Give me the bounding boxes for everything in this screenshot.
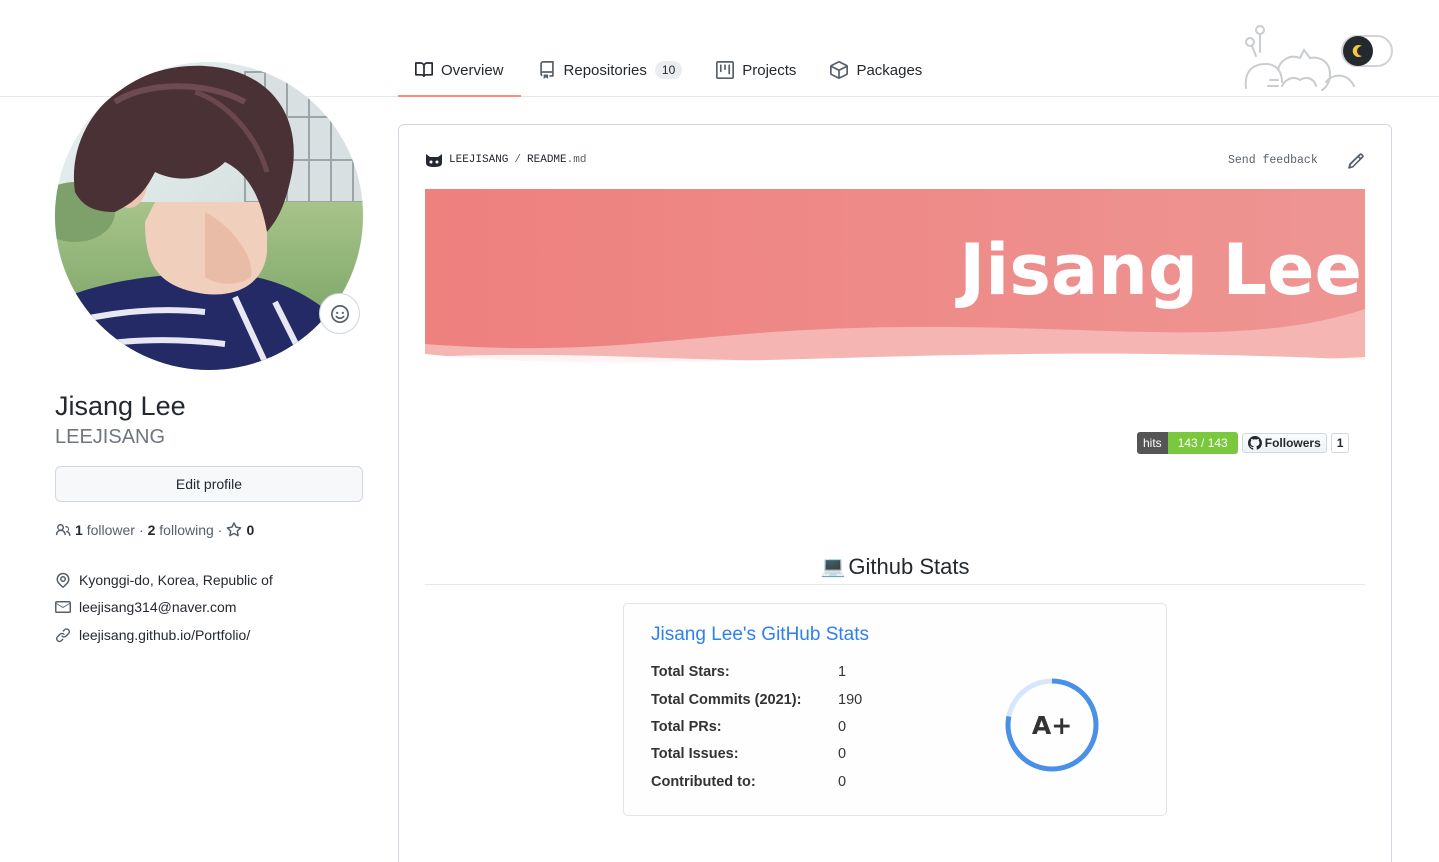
readme-badges: hits 143 / 143 Followers 1 [1137, 432, 1350, 454]
stat-row: Total Stars: 1 [651, 664, 846, 680]
stat-row: Contributed to: 0 [651, 774, 846, 790]
github-stats-card: Jisang Lee's GitHub Stats Total Stars: 1… [623, 603, 1167, 816]
location-icon [56, 572, 70, 588]
path-separator: / [514, 154, 522, 166]
stats-heading: 💻 Github Stats [425, 549, 1365, 585]
rank-grade: A+ [1032, 711, 1072, 740]
cat-icon [426, 154, 442, 167]
separator-dot: · [217, 522, 223, 538]
people-icon [55, 524, 71, 536]
tab-repositories-label: Repositories [563, 61, 647, 79]
star-icon [227, 522, 242, 537]
stat-value: 0 [838, 774, 847, 790]
rank-ring: A+ [1005, 678, 1099, 772]
website-item: leejisang.github.io/Portfolio/ [55, 621, 273, 649]
stat-row: Total Commits (2021): 190 [651, 692, 862, 708]
banner-title: Jisang Lee [959, 229, 1362, 311]
email-item: leejisang314@naver.com [55, 594, 273, 622]
repo-icon [538, 61, 556, 79]
stat-value: 0 [838, 746, 847, 762]
send-feedback-link[interactable]: Send feedback [1228, 154, 1318, 167]
followers-badge-button: Followers [1241, 433, 1327, 453]
stat-label: Total Issues: [651, 746, 739, 762]
readme-path: LEEJISANG / README.md [425, 152, 586, 168]
hits-label: hits [1137, 432, 1168, 454]
tab-projects-label: Projects [742, 61, 797, 79]
readme-owner[interactable]: LEEJISANG [449, 154, 508, 166]
followers-badge-label: Followers [1264, 436, 1321, 450]
following-label: following [159, 522, 214, 538]
set-status-button[interactable] [319, 293, 360, 334]
edit-profile-button[interactable]: Edit profile [55, 466, 363, 502]
readme-banner: Jisang Lee [425, 189, 1365, 370]
laptop-icon: 💻 [820, 556, 846, 578]
follow-stats: 1 follower · 2 following · 0 [55, 522, 254, 538]
email-link[interactable]: leejisang314@naver.com [79, 599, 236, 615]
stat-label: Total Commits (2021): [651, 692, 802, 708]
profile-name: Jisang Lee [55, 391, 186, 421]
stat-label: Total Stars: [651, 664, 730, 680]
stars-link[interactable]: 0 [226, 522, 254, 538]
followers-count: 1 [75, 522, 83, 538]
stat-label: Contributed to: [651, 774, 756, 790]
readme-file-ext: .md [566, 154, 587, 166]
stat-value: 0 [838, 719, 847, 735]
hits-value: 143 / 143 [1167, 432, 1238, 454]
following-count: 2 [147, 522, 156, 538]
stats-title: Jisang Lee's GitHub Stats [651, 624, 870, 645]
mail-icon [55, 601, 71, 614]
followers-label: follower [86, 522, 135, 538]
pencil-icon[interactable] [1347, 152, 1365, 170]
location-text: Kyonggi-do, Korea, Republic of [79, 571, 273, 588]
followers-badge[interactable]: Followers 1 [1241, 432, 1350, 454]
stat-row: Total PRs: 0 [651, 719, 846, 735]
avatar[interactable] [55, 62, 363, 370]
website-link[interactable]: leejisang.github.io/Portfolio/ [79, 627, 250, 643]
location-item: Kyonggi-do, Korea, Republic of [55, 566, 273, 594]
profile-login: LEEJISANG [55, 426, 166, 448]
stat-label: Total PRs: [651, 719, 722, 735]
profile-details: Kyonggi-do, Korea, Republic of leejisang… [55, 566, 273, 649]
stat-row: Total Issues: 0 [651, 746, 846, 762]
tab-packages-label: Packages [856, 61, 923, 79]
profile-tabs: Overview Repositories 10 Projects Packag… [398, 44, 939, 97]
theme-toggle[interactable] [1238, 22, 1398, 94]
stat-value: 1 [838, 664, 847, 680]
tab-packages[interactable]: Packages [813, 44, 939, 96]
smiley-icon [330, 304, 349, 323]
tab-repositories[interactable]: Repositories 10 [521, 44, 700, 96]
readme-filename[interactable]: README.md [527, 154, 586, 166]
followers-link[interactable]: 1 follower [75, 522, 135, 538]
readme-file-base: README [527, 154, 567, 166]
moon-icon [1343, 36, 1373, 66]
github-icon [1247, 436, 1262, 450]
readme-card: LEEJISANG / README.md Send feedback Jisa… [398, 124, 1392, 862]
repositories-counter: 10 [654, 61, 683, 79]
book-icon [415, 61, 433, 79]
separator-dot: · [138, 522, 144, 538]
followers-badge-count: 1 [1330, 433, 1350, 453]
link-icon [56, 627, 71, 642]
tab-overview[interactable]: Overview [398, 44, 521, 97]
stats-heading-text: Github Stats [848, 553, 970, 579]
stat-value: 190 [838, 692, 863, 708]
project-icon [716, 61, 735, 79]
package-icon [830, 61, 849, 79]
tab-overview-label: Overview [441, 61, 504, 79]
hits-badge[interactable]: hits 143 / 143 [1137, 432, 1238, 454]
following-link[interactable]: 2 following [148, 522, 214, 538]
stars-count: 0 [246, 522, 255, 538]
tab-projects[interactable]: Projects [699, 44, 813, 96]
